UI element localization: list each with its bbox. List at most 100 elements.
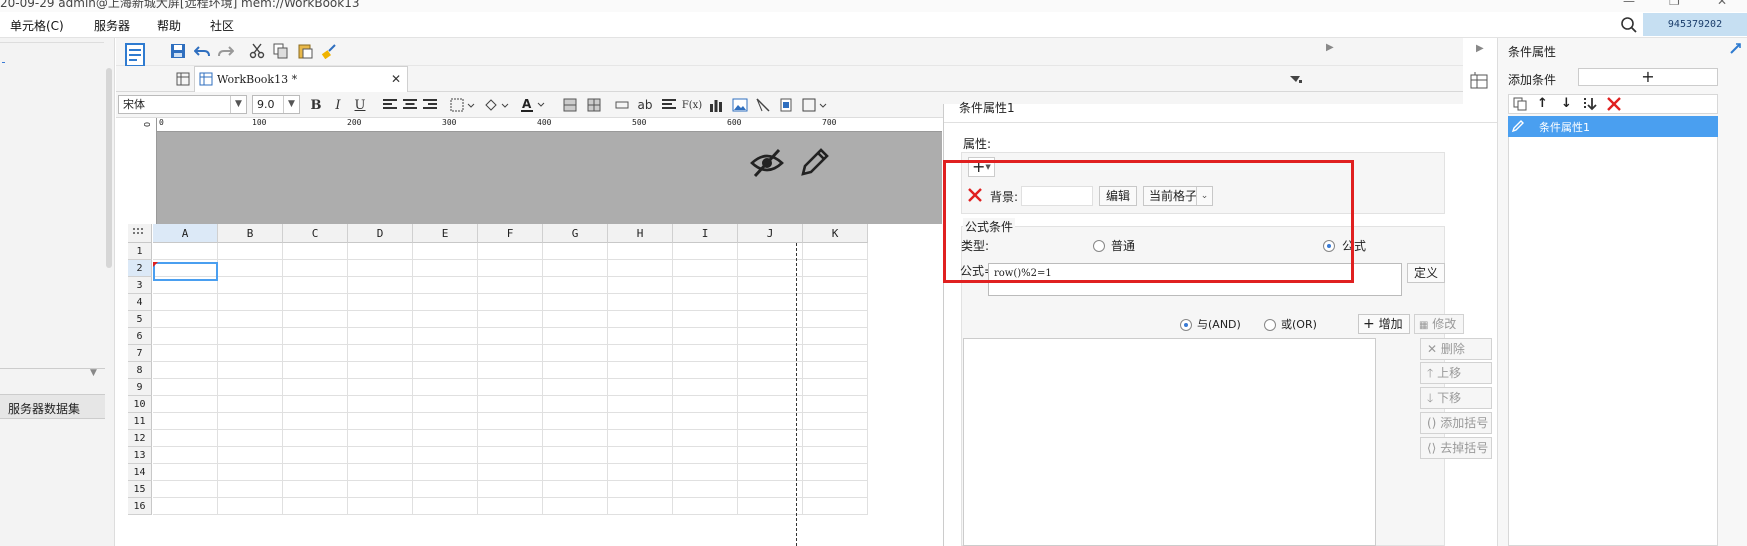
grid-cell[interactable] — [608, 311, 673, 328]
grid-cell[interactable] — [803, 413, 868, 430]
grid-cell[interactable] — [608, 481, 673, 498]
grid-cell[interactable] — [673, 430, 738, 447]
grid-cell[interactable] — [543, 243, 608, 260]
grid-cell[interactable] — [348, 294, 413, 311]
row-header[interactable]: 4 — [128, 294, 152, 311]
cut-icon[interactable] — [247, 41, 267, 61]
add-condition-plus-button[interactable]: + — [1578, 68, 1718, 86]
restore-button[interactable]: ❐ — [1669, 0, 1680, 8]
grid-cell[interactable] — [673, 498, 738, 515]
grid-cell[interactable] — [413, 498, 478, 515]
grid-cell[interactable] — [478, 447, 543, 464]
row-header[interactable]: 14 — [128, 464, 152, 481]
row-header[interactable]: 12 — [128, 430, 152, 447]
grid-cell[interactable] — [218, 243, 283, 260]
grid-cell[interactable] — [413, 379, 478, 396]
grid-cell[interactable] — [348, 396, 413, 413]
grid-cell[interactable] — [803, 379, 868, 396]
grid-cell[interactable] — [803, 277, 868, 294]
grid-cell[interactable] — [218, 277, 283, 294]
grid-cell[interactable] — [608, 396, 673, 413]
font-family-select[interactable]: 宋体 ▼ — [118, 95, 247, 114]
grid-cell[interactable] — [348, 447, 413, 464]
grid-cell[interactable] — [543, 311, 608, 328]
grid-cell[interactable] — [218, 362, 283, 379]
formula-button[interactable]: F(x) — [682, 95, 702, 115]
paragraph-icon[interactable] — [659, 95, 679, 115]
chevron-right-icon[interactable]: ▶ — [1326, 42, 1334, 53]
grid-cell[interactable] — [218, 413, 283, 430]
row-header[interactable]: 7 — [128, 345, 152, 362]
grid-cell[interactable] — [413, 430, 478, 447]
underline-button[interactable]: U — [350, 95, 370, 115]
grid-cell[interactable] — [478, 345, 543, 362]
grid-cell[interactable] — [608, 413, 673, 430]
column-header[interactable]: I — [673, 224, 738, 243]
grid-cell[interactable] — [608, 243, 673, 260]
grid-cell[interactable] — [608, 345, 673, 362]
align-right-icon[interactable] — [420, 95, 440, 115]
grid-cell[interactable] — [348, 481, 413, 498]
grid-cell[interactable] — [478, 481, 543, 498]
grid-cell[interactable] — [348, 379, 413, 396]
grid-cell[interactable] — [283, 430, 348, 447]
row-header[interactable]: 10 — [128, 396, 152, 413]
column-header[interactable]: F — [478, 224, 543, 243]
fill-color-icon[interactable] — [482, 95, 512, 115]
copy-icon[interactable] — [271, 41, 291, 61]
grid-cell[interactable] — [738, 379, 803, 396]
close-window-button[interactable]: ✕ — [1717, 0, 1727, 8]
grid-cell[interactable] — [348, 311, 413, 328]
grid-cell[interactable] — [673, 413, 738, 430]
delete-icon[interactable] — [1607, 97, 1621, 114]
grid-cell[interactable] — [738, 345, 803, 362]
grid-cell[interactable] — [218, 498, 283, 515]
grid-cell[interactable] — [283, 311, 348, 328]
chevron-down-icon[interactable]: ▼ — [90, 368, 97, 378]
grid-cell[interactable] — [543, 430, 608, 447]
grid-cell[interactable] — [608, 260, 673, 277]
grid-cell[interactable] — [673, 345, 738, 362]
merge-cells-icon[interactable] — [560, 95, 580, 115]
column-header[interactable]: C — [283, 224, 348, 243]
grid-cell[interactable] — [153, 464, 218, 481]
grid-cell[interactable] — [478, 311, 543, 328]
grid-cell[interactable] — [283, 362, 348, 379]
grid-cell[interactable] — [478, 413, 543, 430]
grid-cell[interactable] — [543, 277, 608, 294]
grid-cell[interactable] — [608, 328, 673, 345]
grid-view-icon[interactable] — [173, 69, 193, 89]
grid-cell[interactable] — [348, 345, 413, 362]
left-scrollbar[interactable] — [106, 68, 112, 268]
grid-cell[interactable] — [283, 277, 348, 294]
grid-cell[interactable] — [153, 362, 218, 379]
column-header[interactable]: J — [738, 224, 803, 243]
grid-cell[interactable] — [478, 243, 543, 260]
grid-cell[interactable] — [218, 464, 283, 481]
grid-cell[interactable] — [283, 481, 348, 498]
grid-cell[interactable] — [803, 243, 868, 260]
grid-cell[interactable] — [673, 379, 738, 396]
grid-cell[interactable] — [218, 430, 283, 447]
grid-cell[interactable] — [348, 277, 413, 294]
row-header[interactable]: 3 — [128, 277, 152, 294]
grid-cell[interactable] — [608, 277, 673, 294]
align-left-icon[interactable] — [380, 95, 400, 115]
add-bracket-button[interactable]: () 添加括号 — [1420, 412, 1492, 434]
arrow-down-icon[interactable]: ↓ — [1561, 96, 1572, 111]
grid-cell[interactable] — [673, 311, 738, 328]
grid-cell[interactable] — [738, 481, 803, 498]
grid-cell[interactable] — [413, 413, 478, 430]
grid-cell[interactable] — [478, 396, 543, 413]
grid-cell[interactable] — [673, 481, 738, 498]
copy-icon[interactable] — [1513, 97, 1527, 114]
row-header[interactable]: 1 — [128, 243, 152, 260]
chart-icon[interactable] — [706, 95, 726, 115]
grid-cell[interactable] — [283, 464, 348, 481]
grid-cell[interactable] — [153, 379, 218, 396]
grid-cell[interactable] — [803, 447, 868, 464]
grid-cell[interactable] — [413, 464, 478, 481]
row-header[interactable]: 6 — [128, 328, 152, 345]
grid-cell[interactable] — [543, 464, 608, 481]
minimize-button[interactable]: — — [1623, 0, 1635, 8]
